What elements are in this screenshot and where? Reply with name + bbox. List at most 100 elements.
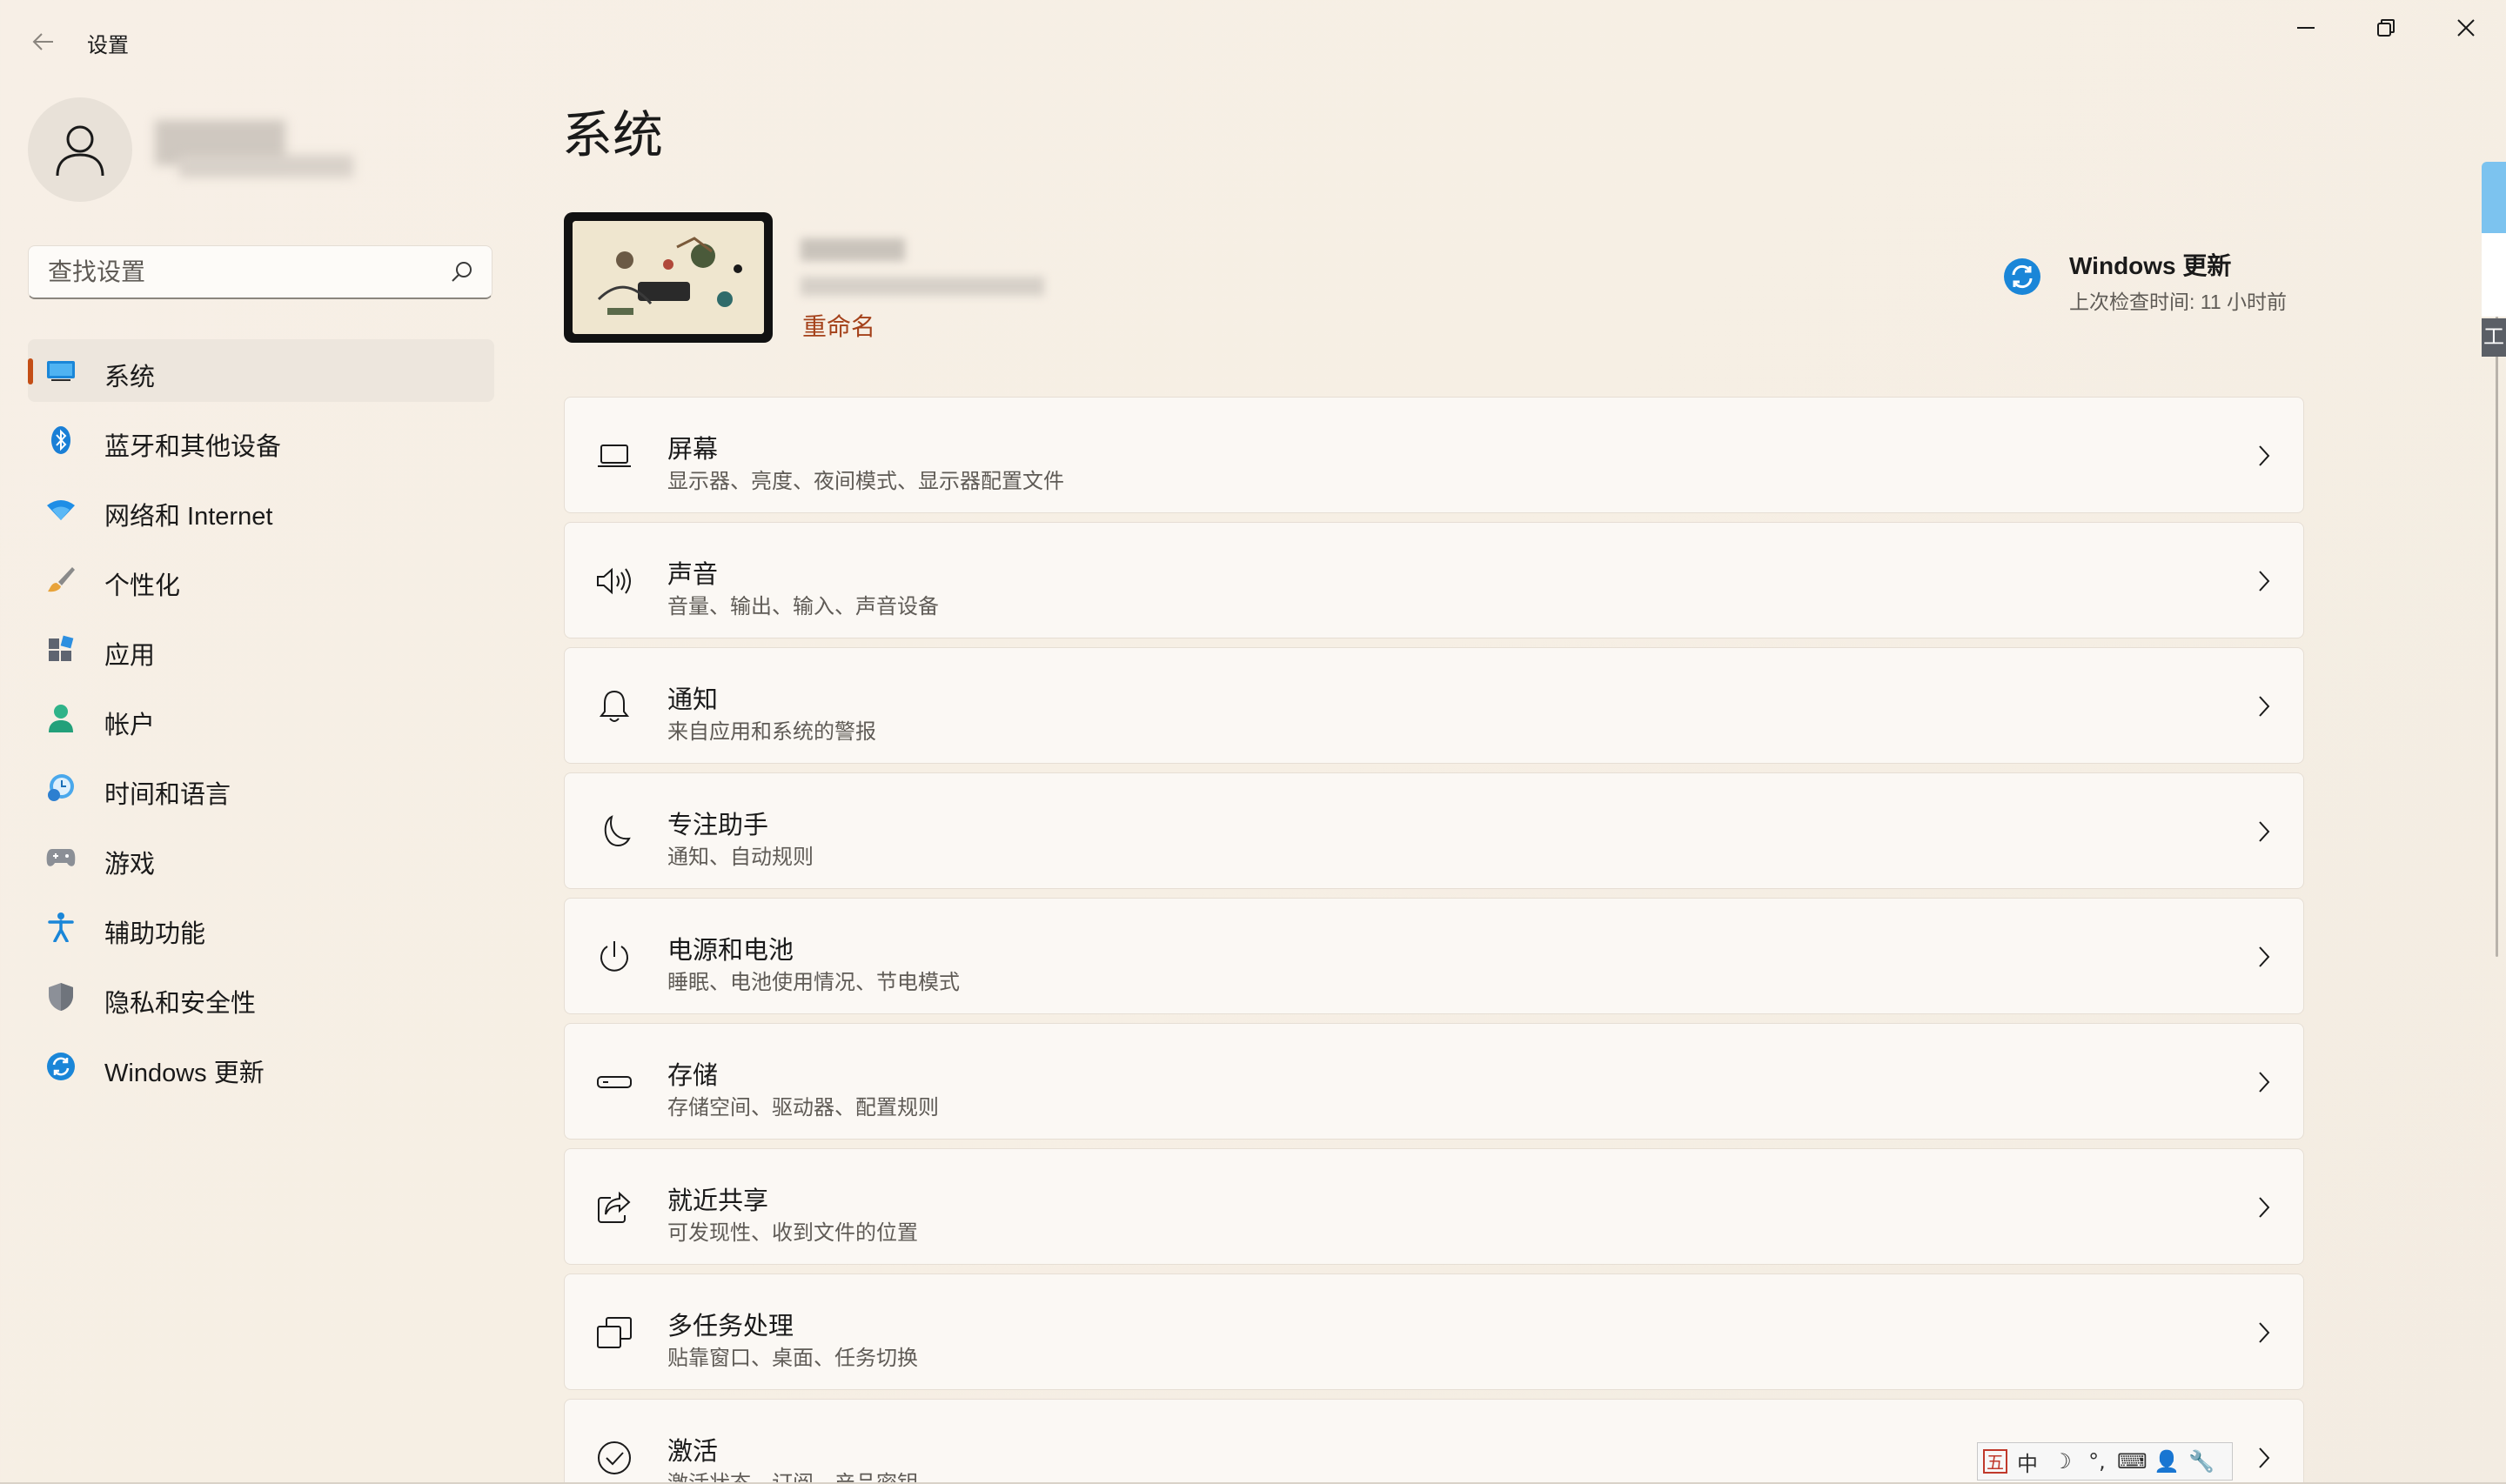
search-icon[interactable] <box>450 260 474 284</box>
storage-drive-icon <box>594 1062 634 1102</box>
ime-user-icon[interactable]: 👤 <box>2152 1449 2181 1474</box>
ime-settings-wrench-icon[interactable]: 🔧 <box>2187 1449 2216 1474</box>
settings-card-nearby-sharing[interactable]: 就近共享 可发现性、收到文件的位置 <box>564 1148 2304 1265</box>
sidebar-item-label: 个性化 <box>104 572 181 600</box>
chevron-right-icon <box>2259 696 2270 717</box>
sidebar-item-time-language[interactable]: 时间和语言 <box>28 757 494 819</box>
settings-card-multitasking[interactable]: 多任务处理 贴靠窗口、桌面、任务切换 <box>564 1273 2304 1390</box>
settings-card-storage[interactable]: 存储 存储空间、驱动器、配置规则 <box>564 1023 2304 1140</box>
sidebar-item-apps[interactable]: 应用 <box>28 618 494 680</box>
windows-update-title[interactable]: Windows 更新 <box>2069 247 2231 282</box>
sidebar-item-label: 时间和语言 <box>104 781 231 809</box>
title-bar: 设置 <box>0 0 2506 78</box>
card-subtitle: 音量、输出、输入、声音设备 <box>667 595 939 618</box>
ime-punctuation-toggle[interactable]: °, <box>2082 1449 2112 1474</box>
bluetooth-icon <box>45 424 77 456</box>
sidebar-item-label: 游戏 <box>104 851 156 879</box>
ime-halfwidth-moon-icon[interactable]: ☽ <box>2047 1449 2077 1474</box>
settings-card-power-battery[interactable]: 电源和电池 睡眠、电池使用情况、节电模式 <box>564 898 2304 1014</box>
device-name-redacted <box>801 238 905 261</box>
chevron-right-icon <box>2259 1322 2270 1343</box>
restore-button[interactable] <box>2346 0 2426 56</box>
card-title: 激活 <box>667 1438 719 1466</box>
card-title: 多任务处理 <box>667 1313 794 1340</box>
chevron-right-icon <box>2259 1197 2270 1218</box>
sidebar-item-label: 隐私和安全性 <box>104 990 257 1018</box>
settings-card-notifications[interactable]: 通知 来自应用和系统的警报 <box>564 647 2304 764</box>
sidebar-item-label: 辅助功能 <box>104 920 206 948</box>
sidebar-item-gaming[interactable]: 游戏 <box>28 826 494 889</box>
ime-toolbar: 五 中 ☽ °, ⌨ 👤 🔧 <box>1977 1442 2233 1481</box>
edge-panel-tab[interactable] <box>2482 162 2506 233</box>
sidebar-item-label: 帐户 <box>104 712 156 739</box>
ime-mode-wubi-button[interactable]: 五 <box>1983 1449 2007 1474</box>
card-title: 存储 <box>667 1062 719 1090</box>
ime-soft-keyboard-icon[interactable]: ⌨ <box>2117 1449 2148 1474</box>
selection-indicator <box>28 358 33 384</box>
bell-icon <box>594 686 634 726</box>
user-avatar[interactable] <box>28 97 132 202</box>
close-button[interactable] <box>2426 0 2506 56</box>
back-arrow-icon <box>32 33 53 50</box>
windows-update-status-icon <box>2004 258 2040 295</box>
settings-card-sound[interactable]: 声音 音量、输出、输入、声音设备 <box>564 522 2304 638</box>
settings-card-focus-assist[interactable]: 专注助手 通知、自动规则 <box>564 772 2304 889</box>
close-icon <box>2457 19 2475 37</box>
wifi-icon <box>45 494 77 525</box>
card-subtitle: 激活状态、订阅、产品密钥 <box>667 1472 918 1484</box>
chevron-right-icon <box>2259 946 2270 967</box>
sidebar-item-privacy[interactable]: 隐私和安全性 <box>28 966 494 1028</box>
ime-chinese-toggle[interactable]: 中 <box>2013 1447 2042 1477</box>
person-icon <box>56 125 104 177</box>
search-input[interactable] <box>46 246 450 298</box>
speaker-icon <box>594 561 634 601</box>
settings-card-display[interactable]: 屏幕 显示器、亮度、夜间模式、显示器配置文件 <box>564 397 2304 513</box>
card-subtitle: 睡眠、电池使用情况、节电模式 <box>667 971 960 994</box>
sidebar-item-label: Windows 更新 <box>104 1060 265 1087</box>
clock-globe-icon <box>45 772 77 804</box>
card-title: 专注助手 <box>667 812 769 839</box>
edge-panel-body <box>2482 233 2506 317</box>
card-title: 声音 <box>667 561 719 589</box>
search-box[interactable] <box>28 245 492 299</box>
sidebar-item-windows-update[interactable]: Windows 更新 <box>28 1035 494 1098</box>
check-circle-icon <box>594 1438 634 1478</box>
back-button[interactable] <box>19 21 68 63</box>
sidebar-item-network[interactable]: 网络和 Internet <box>28 478 494 541</box>
apps-icon <box>45 633 77 665</box>
edge-panel-label[interactable]: 工 <box>2482 318 2506 357</box>
sidebar-item-label: 蓝牙和其他设备 <box>104 433 282 461</box>
shield-icon <box>45 981 77 1013</box>
device-thumbnail <box>564 212 773 343</box>
sidebar-item-bluetooth[interactable]: 蓝牙和其他设备 <box>28 409 494 471</box>
user-name-redacted <box>144 120 371 188</box>
chevron-right-icon <box>2259 1072 2270 1093</box>
sidebar-item-label: 网络和 Internet <box>104 503 273 531</box>
card-subtitle: 可发现性、收到文件的位置 <box>667 1221 918 1245</box>
rename-link[interactable]: 重命名 <box>802 308 875 343</box>
sidebar-item-label: 应用 <box>104 642 156 670</box>
card-title: 通知 <box>667 686 719 714</box>
minimize-icon <box>2297 27 2315 29</box>
brush-icon <box>45 564 77 595</box>
chevron-right-icon <box>2259 445 2270 466</box>
sidebar-item-personalization[interactable]: 个性化 <box>28 548 494 611</box>
minimize-button[interactable] <box>2266 0 2346 56</box>
chevron-right-icon <box>2259 821 2270 842</box>
card-title: 屏幕 <box>667 436 719 464</box>
moon-icon <box>594 812 634 852</box>
card-title: 就近共享 <box>667 1187 769 1215</box>
sidebar-item-accessibility[interactable]: 辅助功能 <box>28 896 494 959</box>
card-subtitle: 显示器、亮度、夜间模式、显示器配置文件 <box>667 470 1064 493</box>
device-model-redacted <box>801 277 1044 296</box>
windows-update-last-checked: 上次检查时间: 11 小时前 <box>2069 291 2288 313</box>
power-icon <box>594 937 634 977</box>
page-title: 系统 <box>562 107 664 164</box>
sidebar-item-accounts[interactable]: 帐户 <box>28 687 494 750</box>
app-title: 设置 <box>87 34 129 57</box>
chevron-right-icon <box>2259 571 2270 592</box>
account-icon <box>45 703 77 734</box>
sidebar-item-system[interactable]: 系统 <box>28 339 494 402</box>
settings-list: 屏幕 显示器、亮度、夜间模式、显示器配置文件 声音 音量、输出、输入、声音设备 … <box>564 397 2304 1484</box>
laptop-icon <box>594 436 634 476</box>
